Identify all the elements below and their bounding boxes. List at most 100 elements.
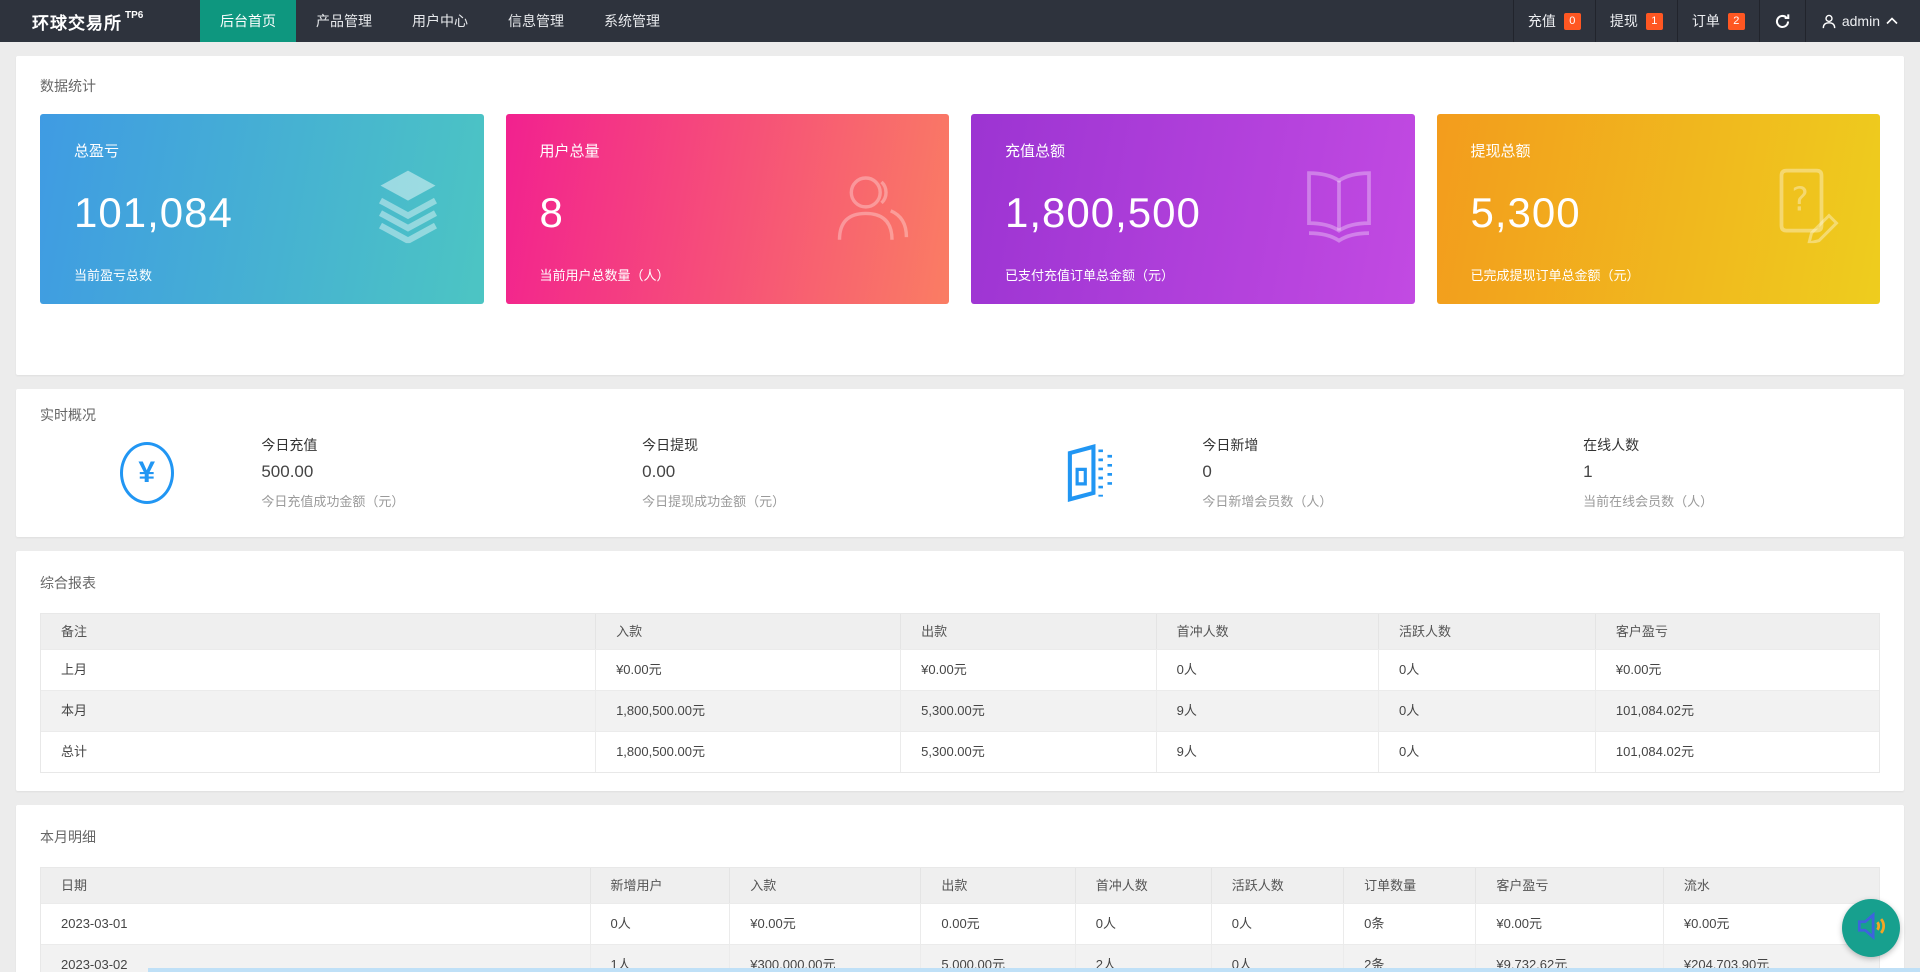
card-subtitle: 已支付充值订单总金额（元）	[1005, 268, 1175, 283]
table-cell: 0人	[591, 904, 731, 944]
detail-section-title: 本月明细	[40, 829, 96, 845]
svg-text:?: ?	[1792, 181, 1809, 219]
floating-audio-button[interactable]	[1842, 899, 1900, 957]
user-menu[interactable]: admin	[1804, 0, 1920, 42]
table-row[interactable]: 本月 1,800,500.00元 5,300.00元 9人 0人 101,084.02元	[41, 690, 1879, 731]
today-recharge-stat: 今日充值 500.00 今日充值成功金额（元）	[261, 435, 558, 510]
table-row[interactable]: 上月 ¥0.00元 ¥0.00元 0人 0人 ¥0.00元	[41, 649, 1879, 690]
stat-label: 今日提现	[642, 437, 699, 453]
table-cell: 9人	[1157, 691, 1380, 731]
nav-item-information[interactable]: 信息管理	[488, 0, 584, 42]
table-cell: ¥0.00元	[901, 650, 1157, 690]
stat-value: 0.00	[642, 462, 676, 481]
nav-item-users[interactable]: 用户中心	[392, 0, 488, 42]
withdraw-count-badge: 1	[1645, 12, 1663, 30]
table-cell: ¥0.00元	[730, 904, 922, 944]
orders-label: 订单	[1691, 13, 1720, 29]
table-cell: 0人	[1212, 904, 1345, 944]
column-header: 入款	[596, 614, 902, 649]
total-profit-card[interactable]: 总盈亏 101,084 当前盈亏总数	[40, 114, 484, 304]
layers-icon	[368, 163, 448, 248]
table-cell: 0人	[1379, 650, 1596, 690]
top-bar: 环球交易所 TP6 后台首页 产品管理 用户中心 信息管理 系统管理 充值 0 …	[0, 0, 1920, 42]
app-title: 环球交易所	[32, 13, 122, 33]
stat-label: 今日新增	[1202, 437, 1259, 453]
orders-shortcut[interactable]: 订单 2	[1676, 0, 1759, 42]
card-label: 用户总量	[539, 143, 600, 160]
main-nav: 后台首页 产品管理 用户中心 信息管理 系统管理	[200, 0, 680, 42]
speaker-icon	[1854, 909, 1888, 948]
column-header: 出款	[921, 868, 1076, 903]
withdraw-shortcut[interactable]: 提现 1	[1594, 0, 1677, 42]
table-cell: 本月	[41, 691, 597, 731]
summary-report-panel: 综合报表 备注 入款 出款 首冲人数 活跃人数 客户盈亏 上月 ¥0.00元 ¥0.00元 0人 0…	[16, 551, 1904, 791]
column-header: 出款	[901, 614, 1157, 649]
table-cell: 0人	[1157, 650, 1380, 690]
refresh-button[interactable]	[1758, 0, 1805, 42]
nav-item-system[interactable]: 系统管理	[584, 0, 680, 42]
table-cell: 0人	[1379, 732, 1596, 772]
month-detail-table: 日期 新增用户 入款 出款 首冲人数 活跃人数 订单数量 客户盈亏 流水 2023-03-01 0人…	[40, 867, 1880, 972]
nav-item-dashboard[interactable]: 后台首页	[200, 0, 296, 42]
stat-label: 在线人数	[1583, 437, 1640, 453]
recharge-shortcut[interactable]: 充值 0	[1512, 0, 1595, 42]
table-cell: 0人	[1379, 691, 1596, 731]
table-header-row: 日期 新增用户 入款 出款 首冲人数 活跃人数 订单数量 客户盈亏 流水	[41, 868, 1879, 903]
table-cell: 5,300.00元	[901, 691, 1157, 731]
column-header: 新增用户	[591, 868, 731, 903]
column-header: 流水	[1683, 878, 1710, 893]
today-new-members-stat: 今日新增 0 今日新增会员数（人）	[1202, 435, 1499, 510]
stat-subtitle: 当前在线会员数（人）	[1583, 494, 1714, 509]
table-cell: 0人	[1076, 904, 1212, 944]
table-cell: 0条	[1344, 904, 1477, 944]
doc-question-icon: ?	[1764, 163, 1844, 248]
column-header: 日期	[41, 868, 591, 903]
stat-value: 1	[1583, 462, 1593, 481]
header-spacer	[680, 0, 1513, 42]
column-header: 客户盈亏	[1476, 868, 1664, 903]
refresh-icon	[1774, 13, 1791, 30]
table-header-row: 备注 入款 出款 首冲人数 活跃人数 客户盈亏	[41, 614, 1879, 649]
table-row[interactable]: 总计 1,800,500.00元 5,300.00元 9人 0人 101,084.02元	[41, 731, 1879, 772]
table-cell: ¥0.00元	[1615, 662, 1662, 677]
user-icon	[1822, 14, 1836, 29]
stat-cards: 总盈亏 101,084 当前盈亏总数 用户总量 8 当前用户总数量（人） 充值总…	[40, 114, 1880, 304]
username: admin	[1841, 13, 1880, 29]
column-header: 入款	[730, 868, 922, 903]
stats-section-title: 数据统计	[40, 78, 96, 94]
table-cell: 1,800,500.00元	[596, 691, 902, 731]
table-cell: ¥0.00元	[596, 650, 902, 690]
total-recharge-card[interactable]: 充值总额 1,800,500 已支付充值订单总金额（元）	[971, 114, 1415, 304]
card-label: 总盈亏	[74, 143, 120, 160]
table-cell: 1,800,500.00元	[596, 732, 902, 772]
stat-value: 0	[1202, 462, 1212, 481]
online-members-stat: 在线人数 1 当前在线会员数（人）	[1583, 435, 1880, 510]
bottom-scrollbar-strip[interactable]	[148, 968, 1920, 972]
app-logo[interactable]: 环球交易所 TP6	[0, 0, 200, 42]
withdraw-label: 提现	[1609, 13, 1638, 29]
column-header: 首冲人数	[1157, 614, 1380, 649]
nav-item-products[interactable]: 产品管理	[296, 0, 392, 42]
column-header: 活跃人数	[1379, 614, 1596, 649]
card-label: 提现总额	[1470, 143, 1531, 160]
dashboard-content: 数据统计 总盈亏 101,084 当前盈亏总数 用户总量 8 当前用户总数量（人…	[0, 42, 1920, 972]
orders-count-badge: 2	[1727, 12, 1745, 30]
stat-value: 500.00	[261, 462, 314, 481]
table-cell: 101,084.02元	[1615, 744, 1694, 759]
card-subtitle: 已完成提现订单总金额（元）	[1470, 268, 1640, 283]
door-icon	[1057, 440, 1118, 506]
stat-subtitle: 今日提现成功金额（元）	[642, 494, 786, 509]
total-withdraw-card[interactable]: 提现总额 5,300 已完成提现订单总金额（元） ?	[1436, 114, 1880, 304]
table-cell: 总计	[41, 732, 597, 772]
yuan-circle-icon: ¥	[116, 440, 177, 506]
total-users-card[interactable]: 用户总量 8 当前用户总数量（人）	[505, 114, 949, 304]
table-row[interactable]: 2023-03-01 0人 ¥0.00元 0.00元 0人 0人 0条 ¥0.00元 ¥0.00…	[41, 903, 1879, 944]
header-right: 充值 0 提现 1 订单 2 admin	[1512, 0, 1920, 42]
table-cell: 101,084.02元	[1615, 703, 1694, 718]
open-book-icon	[1299, 163, 1379, 248]
table-cell: 上月	[41, 650, 597, 690]
realtime-section-title: 实时概况	[40, 407, 96, 423]
stat-subtitle: 今日新增会员数（人）	[1202, 494, 1333, 509]
stat-subtitle: 今日充值成功金额（元）	[261, 494, 405, 509]
column-header: 订单数量	[1344, 868, 1477, 903]
